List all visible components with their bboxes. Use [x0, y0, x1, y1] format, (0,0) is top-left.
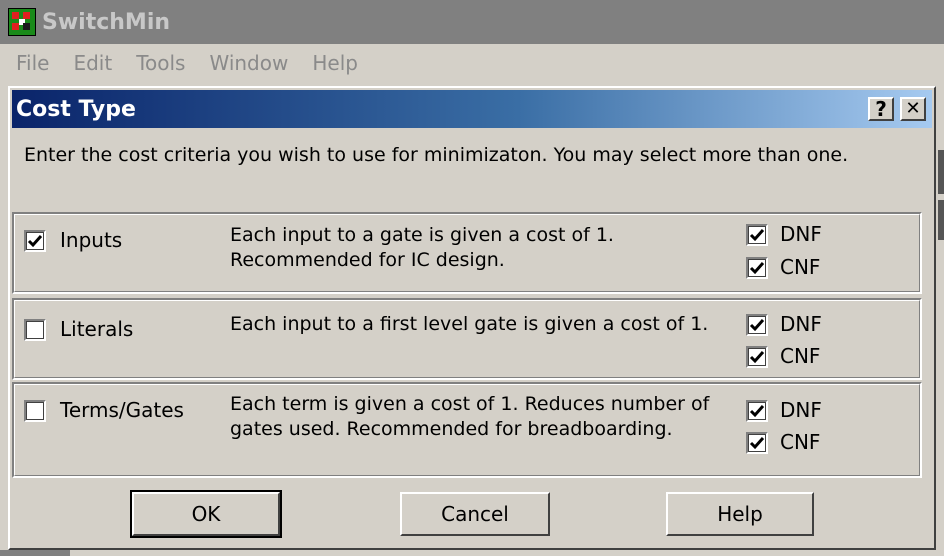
checkmark-icon [749, 405, 765, 418]
inputs-description: Each input to a gate is given a cost of … [230, 224, 614, 271]
checkmark-icon [749, 229, 765, 242]
close-icon: ✕ [905, 98, 921, 119]
menu-file[interactable]: File [16, 51, 49, 75]
literals-dnf-label: DNF [780, 312, 822, 336]
background-window-edge [938, 200, 944, 240]
checkmark-icon [27, 235, 43, 248]
inputs-checkbox[interactable] [24, 230, 46, 252]
app-titlebar: SwitchMin [0, 0, 944, 44]
background-window-edge [938, 150, 944, 194]
inputs-dnf-label: DNF [780, 222, 822, 246]
app-title: SwitchMin [42, 9, 171, 35]
switchmin-app-icon[interactable] [8, 8, 36, 36]
terms-gates-dnf-checkbox[interactable] [746, 400, 768, 422]
inputs-dnf-checkbox[interactable] [746, 224, 768, 246]
checkmark-icon [749, 262, 765, 275]
terms-gates-cnf-checkbox[interactable] [746, 432, 768, 454]
terms-gates-checkbox[interactable] [24, 400, 46, 422]
instruction-text: Enter the cost criteria you wish to use … [24, 144, 849, 166]
background-window-edge [0, 550, 70, 556]
checkmark-icon [749, 437, 765, 450]
literals-cnf-label: CNF [780, 344, 821, 368]
terms-gates-dnf-label: DNF [780, 398, 822, 422]
inputs-label: Inputs [60, 228, 123, 252]
literals-label: Literals [60, 317, 134, 341]
literals-group: Literals Each input to a first level gat… [12, 298, 922, 380]
inputs-cnf-label: CNF [780, 255, 821, 279]
menu-help[interactable]: Help [312, 51, 358, 75]
inputs-cnf-checkbox[interactable] [746, 257, 768, 279]
checkmark-icon [749, 319, 765, 332]
literals-checkbox[interactable] [24, 319, 46, 341]
cancel-button[interactable]: Cancel [400, 492, 550, 536]
terms-gates-description: Each term is given a cost of 1. Reduces … [230, 393, 710, 440]
dialog-titlebar[interactable]: Cost Type ? ✕ [12, 90, 932, 128]
close-button[interactable]: ✕ [900, 97, 926, 121]
literals-description: Each input to a first level gate is give… [230, 313, 709, 335]
literals-dnf-checkbox[interactable] [746, 314, 768, 336]
terms-gates-label: Terms/Gates [60, 398, 184, 422]
terms-gates-group: Terms/Gates Each term is given a cost of… [12, 382, 922, 478]
help-button[interactable]: Help [666, 492, 814, 536]
menu-window[interactable]: Window [209, 51, 288, 75]
menu-bar: File Edit Tools Window Help [0, 44, 944, 82]
context-help-button[interactable]: ? [868, 97, 894, 121]
ok-button[interactable]: OK [130, 490, 282, 538]
checkmark-icon [749, 351, 765, 364]
inputs-group: Inputs Each input to a gate is given a c… [12, 212, 922, 294]
dialog-title: Cost Type [16, 96, 136, 122]
terms-gates-cnf-label: CNF [780, 430, 821, 454]
literals-cnf-checkbox[interactable] [746, 346, 768, 368]
question-mark-icon: ? [875, 97, 887, 121]
menu-edit[interactable]: Edit [73, 51, 112, 75]
menu-tools[interactable]: Tools [136, 51, 185, 75]
cost-type-dialog: Cost Type ? ✕ Enter the cost criteria yo… [8, 86, 936, 550]
